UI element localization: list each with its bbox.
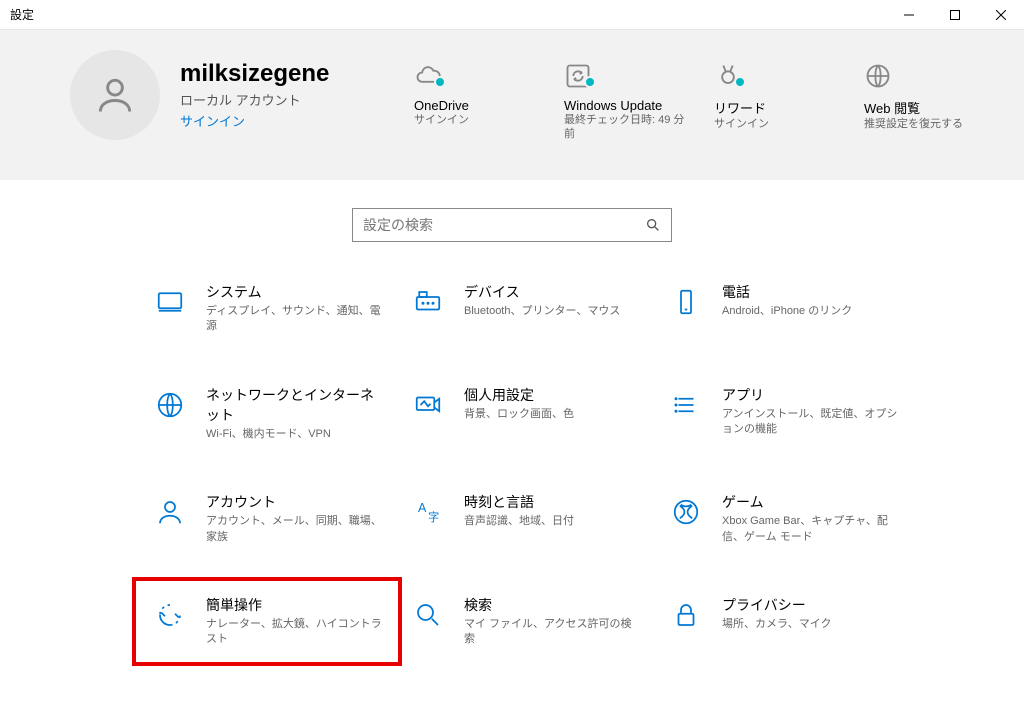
status-windows-update[interactable]: Windows Update 最終チェック日時: 49 分前 (564, 58, 694, 142)
category-desc: アンインストール、既定値、オプションの機能 (722, 407, 900, 438)
category-desc: マイ ファイル、アクセス許可の検索 (464, 617, 642, 648)
display-icon (155, 287, 185, 317)
status-title: リワード (714, 98, 844, 117)
search-input[interactable] (363, 217, 645, 233)
user-account-type: ローカル アカウント (180, 90, 329, 109)
window-controls (886, 0, 1024, 30)
status-web-browsing[interactable]: Web 閲覧 推奨設定を復元する (864, 58, 994, 142)
user-signin-link[interactable]: サインイン (180, 111, 329, 130)
category-title: ゲーム (722, 492, 900, 512)
status-title: OneDrive (414, 98, 544, 113)
window-title: 設定 (0, 6, 886, 23)
category-desc: 背景、ロック画面、色 (464, 407, 574, 422)
user-name: milksizegene (180, 60, 329, 88)
category-title: システム (206, 282, 384, 302)
category-desc: Wi-Fi、機内モード、VPN (206, 427, 384, 442)
category-system[interactable]: システムディスプレイ、サウンド、通知、電源 (150, 282, 408, 335)
status-title: Windows Update (564, 98, 694, 113)
category-desc: ナレーター、拡大鏡、ハイコントラスト (206, 617, 384, 648)
user-info: milksizegene ローカル アカウント サインイン (180, 60, 329, 130)
person-icon (93, 73, 137, 117)
globe-icon (155, 390, 185, 420)
category-title: デバイス (464, 282, 620, 302)
status-sub: サインイン (414, 113, 544, 127)
status-title: Web 閲覧 (864, 98, 994, 117)
category-desc: Android、iPhone のリンク (722, 304, 852, 319)
minimize-button[interactable] (886, 0, 932, 30)
category-title: 個人用設定 (464, 385, 574, 405)
category-desc: Bluetooth、プリンター、マウス (464, 304, 620, 319)
status-rewards[interactable]: リワード サインイン (714, 58, 844, 142)
category-desc: Xbox Game Bar、キャプチャ、配信、ゲーム モード (722, 514, 900, 545)
language-icon: A字 (413, 497, 443, 527)
category-accounts[interactable]: アカウントアカウント、メール、同期、職場、家族 (150, 492, 408, 545)
user-block[interactable]: milksizegene ローカル アカウント サインイン (70, 50, 414, 140)
category-gaming[interactable]: ゲームXbox Game Bar、キャプチャ、配信、ゲーム モード (666, 492, 924, 545)
search-icon (645, 217, 661, 233)
category-apps[interactable]: アプリアンインストール、既定値、オプションの機能 (666, 385, 924, 442)
status-sub: 最終チェック日時: 49 分前 (564, 113, 694, 142)
globe-icon (864, 62, 892, 90)
status-sub: 推奨設定を復元する (864, 117, 994, 131)
status-sub: サインイン (714, 117, 844, 131)
svg-text:A: A (418, 501, 427, 515)
header: milksizegene ローカル アカウント サインイン OneDrive サ… (0, 30, 1024, 180)
category-desc: ディスプレイ、サウンド、通知、電源 (206, 304, 384, 335)
search-box[interactable] (352, 208, 672, 242)
category-title: ネットワークとインターネット (206, 385, 384, 425)
category-ease-of-access[interactable]: 簡単操作ナレーター、拡大鏡、ハイコントラスト (150, 595, 408, 648)
category-title: 検索 (464, 595, 642, 615)
category-title: アプリ (722, 385, 900, 405)
search-icon (413, 600, 443, 630)
maximize-button[interactable] (932, 0, 978, 30)
status-onedrive[interactable]: OneDrive サインイン (414, 58, 544, 142)
category-title: アカウント (206, 492, 384, 512)
category-privacy[interactable]: プライバシー場所、カメラ、マイク (666, 595, 924, 648)
avatar (70, 50, 160, 140)
accessibility-icon (155, 600, 185, 630)
titlebar: 設定 (0, 0, 1024, 30)
lock-icon (671, 600, 701, 630)
keyboard-icon (413, 287, 443, 317)
category-title: 時刻と言語 (464, 492, 574, 512)
svg-text:字: 字 (428, 510, 439, 524)
category-time-language[interactable]: A字 時刻と言語音声認識、地域、日付 (408, 492, 666, 545)
categories-grid: システムディスプレイ、サウンド、通知、電源 デバイス Bluetooth、プリンタ… (0, 262, 1024, 648)
apps-icon (671, 390, 701, 420)
category-network[interactable]: ネットワークとインターネット Wi-Fi、機内モード、VPN (150, 385, 408, 442)
category-title: 簡単操作 (206, 595, 384, 615)
xbox-icon (671, 497, 701, 527)
category-title: プライバシー (722, 595, 832, 615)
category-desc: アカウント、メール、同期、職場、家族 (206, 514, 384, 545)
category-desc: 場所、カメラ、マイク (722, 617, 832, 632)
category-title: 電話 (722, 282, 852, 302)
person-icon (155, 497, 185, 527)
brush-icon (413, 390, 443, 420)
category-phone[interactable]: 電話 Android、iPhone のリンク (666, 282, 924, 335)
category-desc: 音声認識、地域、日付 (464, 514, 574, 529)
category-search[interactable]: 検索マイ ファイル、アクセス許可の検索 (408, 595, 666, 648)
category-devices[interactable]: デバイス Bluetooth、プリンター、マウス (408, 282, 666, 335)
phone-icon (671, 287, 701, 317)
close-button[interactable] (978, 0, 1024, 30)
category-personalization[interactable]: 個人用設定背景、ロック画面、色 (408, 385, 666, 442)
